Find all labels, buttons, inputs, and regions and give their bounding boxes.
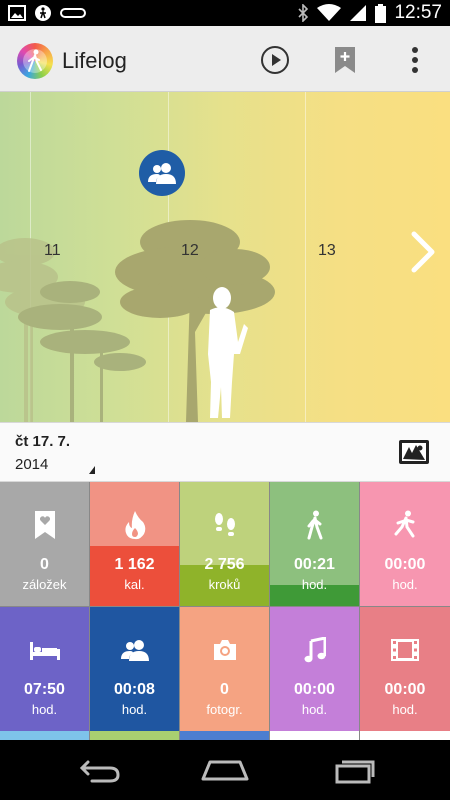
day-label[interactable]: 12 (181, 242, 199, 260)
tile-unit: hod. (31, 702, 58, 717)
camera-icon (213, 640, 236, 660)
footsteps-icon (214, 513, 235, 536)
tile-row-peek (0, 731, 89, 740)
date-day-label: čt 17. 7. (15, 433, 71, 450)
tile-photos[interactable]: 0 fotogr. (180, 607, 269, 731)
tile-calories[interactable]: 1 162 kal. (90, 482, 179, 606)
tile-steps[interactable]: 2 756 kroků (180, 482, 269, 606)
tile-running[interactable]: 00:00 hod. (360, 482, 450, 606)
tile-value: 00:00 (384, 556, 426, 573)
timeline[interactable]: 11 12 13 (0, 92, 450, 422)
day-label[interactable]: 13 (318, 242, 336, 260)
tile-value: 2 756 (204, 556, 245, 573)
activity-tiles-grid: 0 záložek 1 162 kal. 2 756 kroků 00:21 h… (0, 482, 450, 740)
tile-unit: kroků (208, 577, 241, 592)
music-icon (304, 637, 326, 663)
tile-walking[interactable]: 00:21 hod. (270, 482, 359, 606)
signal-icon (350, 5, 367, 21)
friends-icon (148, 163, 176, 184)
tile-value: 00:21 (294, 556, 335, 573)
wifi-icon (317, 4, 342, 21)
next-day-button[interactable] (410, 230, 436, 279)
tile-bookmarks[interactable]: 0 záložek (0, 482, 89, 606)
bookmark-add-icon (335, 47, 355, 73)
chevron-right-icon (411, 231, 435, 273)
flame-icon (124, 511, 145, 540)
tile-row-peek (180, 731, 269, 740)
play-icon (261, 46, 289, 74)
tile-unit: hod. (301, 577, 328, 592)
friends-icon (120, 640, 149, 661)
tile-value: 00:00 (294, 681, 335, 698)
status-bar: 12:57 (0, 0, 450, 26)
tile-row-peek (270, 731, 359, 740)
tile-sleep[interactable]: 07:50 hod. (0, 607, 89, 731)
image-icon (8, 5, 26, 21)
walking-icon (307, 510, 322, 540)
day-label[interactable]: 11 (44, 242, 61, 260)
tile-value: 0 (220, 681, 229, 698)
clock: 12:57 (394, 2, 442, 23)
tile-row-peek (90, 731, 179, 740)
home-button[interactable] (195, 752, 255, 788)
date-selector[interactable]: čt 17. 7. 2014 (0, 422, 450, 482)
running-icon (394, 510, 415, 538)
tile-unit: záložek (22, 577, 67, 592)
friends-event-badge[interactable] (139, 150, 185, 196)
map-view-button[interactable] (398, 439, 430, 465)
tile-row-peek (360, 731, 450, 740)
home-icon (201, 760, 249, 781)
film-icon (391, 639, 419, 661)
tile-value: 1 162 (114, 556, 155, 573)
overflow-menu-button[interactable] (395, 40, 435, 80)
tile-unit: hod. (301, 702, 328, 717)
tile-music[interactable]: 00:00 hod. (270, 607, 359, 731)
add-bookmark-button[interactable] (325, 40, 365, 80)
system-nav-bar (0, 740, 450, 800)
band-icon (60, 8, 86, 18)
tile-value: 0 (40, 556, 49, 573)
tile-value: 07:50 (24, 681, 65, 698)
overflow-menu-icon (412, 47, 418, 73)
scenery-illustration (0, 220, 275, 422)
tile-unit: kal. (124, 577, 145, 592)
tile-value: 00:00 (384, 681, 426, 698)
tile-unit: fotogr. (206, 702, 243, 717)
tile-video[interactable]: 00:00 hod. (360, 607, 450, 731)
tile-value: 00:08 (114, 681, 155, 698)
dropdown-indicator-icon (89, 466, 95, 474)
app-logo-icon[interactable] (17, 43, 53, 79)
app-title: Lifelog (62, 48, 127, 73)
tile-social[interactable]: 00:08 hod. (90, 607, 179, 731)
action-bar: Lifelog (0, 26, 450, 92)
map-icon (399, 440, 429, 464)
play-button[interactable] (255, 40, 295, 80)
bed-icon (29, 642, 60, 660)
back-button[interactable] (70, 752, 130, 788)
bluetooth-icon (298, 4, 309, 22)
accessibility-icon (35, 5, 51, 21)
tile-unit: hod. (121, 702, 148, 717)
back-icon (79, 760, 120, 783)
recents-button[interactable] (325, 752, 385, 788)
date-year-label: 2014 (15, 456, 49, 473)
tile-unit: hod. (392, 577, 418, 592)
recents-icon (335, 760, 375, 784)
bookmark-heart-icon (34, 511, 55, 539)
tile-unit: hod. (392, 702, 418, 717)
battery-icon (375, 3, 387, 23)
